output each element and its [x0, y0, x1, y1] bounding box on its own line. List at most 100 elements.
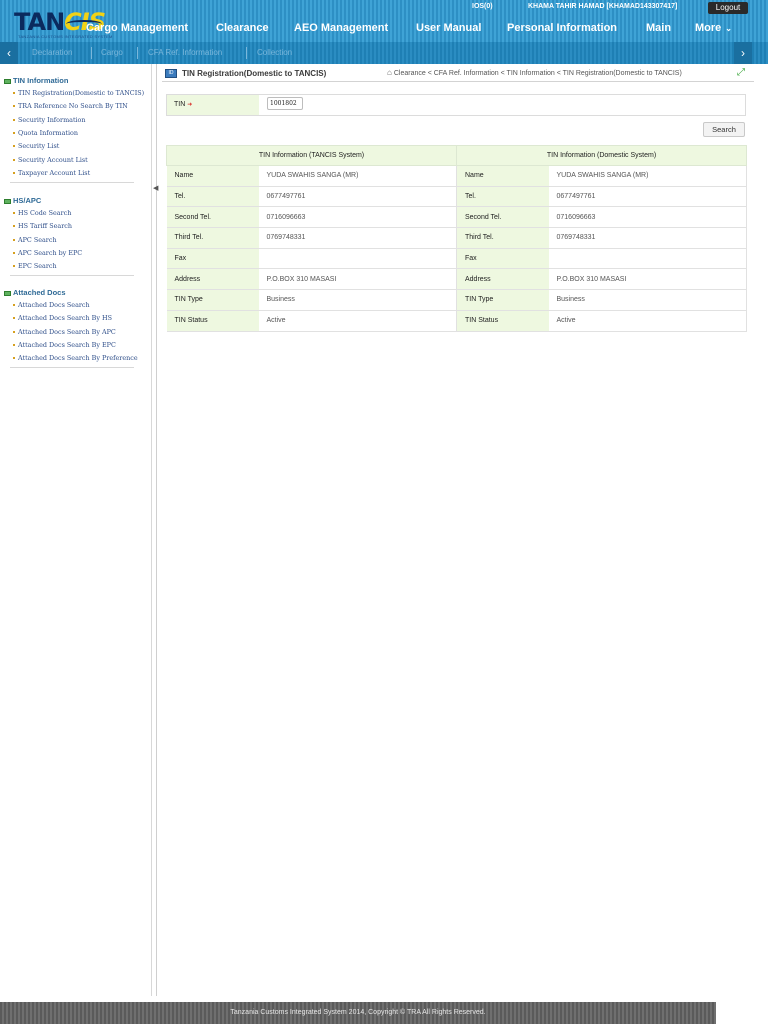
subnav-separator [137, 47, 138, 59]
subnav-cfa-ref-information[interactable]: CFA Ref. Information [148, 48, 222, 57]
row-label-domestic: Name [456, 165, 549, 187]
sidebar-item-quota-information[interactable]: Quota Information [13, 129, 78, 137]
sidebar-item-epc-search[interactable]: EPC Search [13, 262, 57, 270]
nav-more[interactable]: More ⌄ [695, 22, 732, 38]
subnav-separator [91, 47, 92, 59]
sidebar-group-attached-docs[interactable]: Attached Docs [4, 288, 66, 297]
page-title: TIN Registration(Domestic to TANCIS) [182, 69, 327, 78]
sidebar-item-apc-search[interactable]: APC Search [13, 236, 57, 244]
tin-label: TIN ➜ [167, 95, 259, 115]
sidebar-item-attached-docs-by-epc[interactable]: Attached Docs Search By EPC [13, 341, 116, 349]
sidebar-item-security-information[interactable]: Security Information [13, 116, 86, 124]
sidebar-item-attached-docs-by-preference[interactable]: Attached Docs Search By Preference [13, 354, 138, 362]
sidebar-item-apc-search-by-epc[interactable]: APC Search by EPC [13, 249, 82, 257]
page-icon: ID [165, 69, 177, 78]
nav-cargo-management[interactable]: Cargo Management [86, 22, 188, 38]
table-row: Fax Fax [166, 248, 747, 270]
row-label-tancis: Third Tel. [166, 227, 259, 249]
sidebar-item-attached-docs-by-hs[interactable]: Attached Docs Search By HS [13, 314, 112, 322]
bullet-icon [13, 344, 15, 346]
folder-icon [4, 78, 11, 84]
header-tancis: TIN Information (TANCIS System) [166, 145, 457, 166]
row-label-domestic: Tel. [456, 186, 549, 208]
row-value-tancis: Active [258, 310, 457, 332]
search-button[interactable]: Search [703, 122, 745, 137]
chevron-right-icon[interactable]: › [734, 42, 752, 64]
subnav-separator [246, 47, 247, 59]
subnav-collection[interactable]: Collection [257, 48, 292, 57]
sidebar-item-tra-reference-search[interactable]: TRA Reference No Search By TIN [13, 102, 128, 110]
row-label-tancis: Tel. [166, 186, 259, 208]
nav-clearance[interactable]: Clearance [216, 22, 269, 38]
group-divider [10, 367, 134, 368]
sidebar-item-security-account-list[interactable]: Security Account List [13, 156, 88, 164]
nav-aeo-management[interactable]: AEO Management [294, 22, 388, 38]
group-title: TIN Information [13, 76, 69, 85]
bullet-icon [13, 145, 15, 147]
tin-comparison-table: TIN Information (TANCIS System) TIN Info… [166, 145, 747, 332]
footer: Tanzania Customs Integrated System 2014,… [0, 1002, 716, 1024]
bullet-icon [13, 132, 15, 134]
row-label-tancis: Fax [166, 248, 259, 270]
sidebar-item-hs-code-search[interactable]: HS Code Search [13, 209, 71, 217]
bullet-icon [13, 239, 15, 241]
nav-personal-information[interactable]: Personal Information [507, 22, 617, 38]
row-label-domestic: Address [456, 268, 549, 291]
top-header: TANCIS TANZANIA CUSTOMS INTEGRATED SYSTE… [0, 0, 768, 42]
group-divider [10, 182, 134, 183]
sidebar-group-tin-information[interactable]: TIN Information [4, 76, 68, 85]
row-label-domestic: TIN Type [456, 289, 549, 311]
row-value-domestic: Business [548, 289, 747, 311]
page-header: ID TIN Registration(Domestic to TANCIS) … [162, 65, 754, 82]
table-row: Tel. 0677497761 Tel. 0677497761 [166, 186, 747, 208]
collapse-sidebar-icon[interactable]: ◀ [153, 184, 158, 192]
subnav-declaration[interactable]: Declaration [32, 48, 72, 57]
sidebar-item-hs-tariff-search[interactable]: HS Tariff Search [13, 222, 72, 230]
row-label-domestic: TIN Status [456, 310, 549, 332]
sidebar-item-security-list[interactable]: Security List [13, 142, 59, 150]
ios-counter[interactable]: IOS(0) [472, 3, 493, 15]
row-value-domestic: 0769748331 [548, 227, 747, 249]
table-row: Second Tel. 0716096663 Second Tel. 07160966… [166, 206, 747, 229]
sidebar-item-attached-docs-search[interactable]: Attached Docs Search [13, 301, 90, 309]
nav-main[interactable]: Main [646, 22, 671, 38]
sidebar-item-tin-registration[interactable]: TIN Registration(Domestic to TANCIS) [13, 89, 144, 97]
row-value-domestic: 0677497761 [548, 186, 747, 208]
nav-user-manual[interactable]: User Manual [416, 22, 481, 38]
folder-icon [4, 198, 11, 204]
sidebar-item-attached-docs-by-apc[interactable]: Attached Docs Search By APC [13, 328, 116, 336]
row-label-tancis: Second Tel. [166, 206, 259, 229]
bullet-icon [13, 225, 15, 227]
row-value-domestic: Active [548, 310, 747, 332]
footer-copyright: Tanzania Customs Integrated System 2014,… [230, 1009, 486, 1016]
row-value-tancis: YUDA SWAHIS SANGA (MR) [258, 165, 457, 187]
row-label-tancis: Address [166, 268, 259, 291]
subnav-cargo[interactable]: Cargo [101, 48, 123, 57]
table-row: TIN Status Active TIN Status Active [166, 310, 747, 332]
bullet-icon [13, 105, 15, 107]
sidebar-group-hs-apc[interactable]: HS/APC [4, 196, 41, 205]
folder-icon [4, 290, 11, 296]
row-label-tancis: TIN Type [166, 289, 259, 311]
required-icon: ➜ [187, 102, 193, 108]
sub-navigation: ‹ Declaration Cargo CFA Ref. Information… [0, 42, 768, 64]
tin-input[interactable] [267, 97, 303, 110]
row-value-domestic: 0716096663 [548, 206, 747, 229]
group-divider [10, 275, 134, 276]
sidebar-splitter[interactable] [156, 64, 157, 996]
logo-main: TAN [14, 8, 65, 36]
logout-button[interactable]: Logout [708, 2, 748, 14]
search-form: TIN ➜ [166, 94, 746, 116]
chevron-left-icon[interactable]: ‹ [0, 42, 18, 64]
sidebar-item-taxpayer-account-list[interactable]: Taxpayer Account List [13, 169, 90, 177]
table-header-row: TIN Information (TANCIS System) TIN Info… [166, 145, 747, 166]
row-value-tancis: 0716096663 [258, 206, 457, 229]
bullet-icon [13, 119, 15, 121]
row-label-domestic: Second Tel. [456, 206, 549, 229]
fullscreen-icon[interactable]: ⤢ [735, 67, 747, 79]
bullet-icon [13, 265, 15, 267]
user-name: KHAMA TAHIR HAMAD [KHAMAD143307417] [528, 3, 678, 10]
home-icon[interactable]: ⌂ [387, 68, 392, 77]
bullet-icon [13, 357, 15, 359]
bullet-icon [13, 159, 15, 161]
